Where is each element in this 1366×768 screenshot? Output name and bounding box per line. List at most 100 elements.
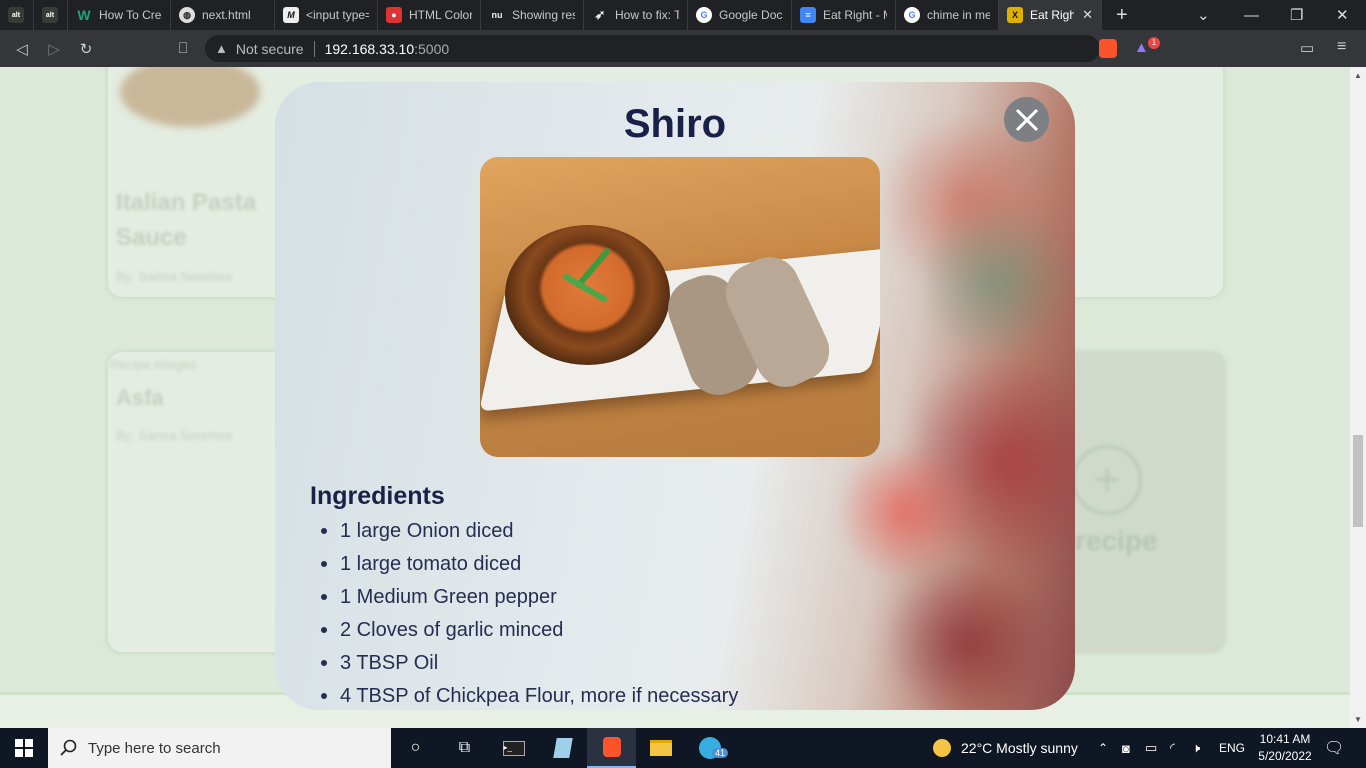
language-indicator[interactable]: ENG: [1219, 728, 1245, 768]
tab-chime[interactable]: Gchime in me: [896, 0, 999, 30]
docs-icon: ≡: [800, 7, 816, 23]
clock[interactable]: 10:41 AM 5/20/2022: [1250, 731, 1320, 765]
tab-next-html[interactable]: ◍ next.html: [171, 0, 275, 30]
menu-icon[interactable]: ≡: [1337, 38, 1346, 56]
m-icon: M: [283, 7, 299, 23]
divider: [313, 40, 315, 57]
tab-search-icon[interactable]: ⌄: [1197, 0, 1210, 30]
tab-alt-2[interactable]: alt: [34, 0, 68, 30]
restore-button[interactable]: ❐: [1290, 0, 1303, 30]
page-scrollbar[interactable]: ▲ ▼: [1350, 67, 1366, 728]
tab-google-docs[interactable]: G Google Docs: [688, 0, 792, 30]
sun-icon: [933, 739, 951, 757]
cortana-icon[interactable]: ○: [391, 728, 440, 768]
toolbar: ◁ ▷ ↻ ⎕ ▲ Not secure 192.168.33.10:5000 …: [0, 30, 1366, 67]
clock-date: 5/20/2022: [1258, 749, 1312, 763]
alt-icon: alt: [8, 7, 24, 23]
volume-muted-icon[interactable]: 🕨: [1192, 728, 1200, 768]
scroll-down-icon[interactable]: ▼: [1354, 715, 1362, 724]
new-tab-button[interactable]: +: [1116, 4, 1128, 27]
wallet-icon[interactable]: ▭: [1300, 39, 1314, 57]
tab-eat-right-doc[interactable]: ≡ Eat Right - M: [792, 0, 896, 30]
forward-icon[interactable]: ▷: [38, 40, 70, 58]
w-icon: W: [77, 7, 91, 23]
notepad-icon[interactable]: [538, 728, 587, 768]
ingredient-item: 1 large Onion diced: [320, 517, 738, 550]
decor-blob: [835, 442, 975, 582]
tab-how-to-fix[interactable]: ➶ How to fix: T: [584, 0, 688, 30]
scroll-thumb[interactable]: [1353, 435, 1363, 527]
nu-icon: nu: [491, 10, 503, 20]
ingredient-item: 1 large tomato diced: [320, 550, 738, 583]
close-window-button[interactable]: ✕: [1336, 0, 1349, 30]
recipe-photo: [480, 157, 880, 457]
wifi-icon[interactable]: ◜: [1170, 728, 1175, 768]
ingredient-item: 2 Cloves of garlic minced: [320, 616, 738, 649]
weather-text: 22°C Mostly sunny: [961, 740, 1078, 756]
google-icon: G: [904, 7, 920, 23]
tab-html-color[interactable]: ● HTML Color: [378, 0, 481, 30]
taskbar: Type here to search ○ ⧉ ▸_ 41 22°C Mostl…: [0, 728, 1366, 768]
meet-now-icon[interactable]: ◙: [1122, 728, 1130, 768]
ingredient-item: 1 Medium Green pepper: [320, 583, 738, 616]
telegram-badge: 41: [712, 748, 729, 758]
globe-icon: ◍: [179, 7, 195, 23]
bookmark-icon[interactable]: ⎕: [167, 40, 199, 57]
security-label[interactable]: Not secure: [236, 41, 304, 57]
alt-icon: alt: [42, 7, 58, 23]
ingredients-list: 1 large Onion diced 1 large tomato diced…: [320, 517, 738, 710]
clay-pot: [505, 225, 670, 365]
recipe-title-line2: Sauce: [116, 224, 187, 251]
x-icon: X: [1007, 7, 1023, 23]
clock-time: 10:41 AM: [1259, 732, 1311, 746]
recipe-author-asfa: By: Samra Seremes: [116, 428, 233, 443]
add-icon: +: [1072, 445, 1142, 515]
notifications-icon[interactable]: 🗨: [1324, 728, 1344, 768]
search-placeholder: Type here to search: [88, 739, 221, 757]
rocket-icon: ➶: [594, 7, 606, 22]
minimize-button[interactable]: —: [1244, 0, 1259, 30]
close-icon: [1015, 108, 1038, 131]
battery-icon[interactable]: ▭: [1145, 728, 1157, 768]
ingredient-item: 3 TBSP Oil: [320, 649, 738, 682]
rewards-badge: 1: [1148, 37, 1160, 49]
start-button[interactable]: [0, 728, 48, 768]
task-view-icon[interactable]: ⧉: [440, 728, 489, 768]
recipe-title: Italian Pasta: [116, 189, 257, 216]
google-icon: G: [696, 7, 712, 23]
tab-alt-1[interactable]: alt: [0, 0, 34, 30]
tab-showing-results[interactable]: nuShowing resu: [481, 0, 584, 30]
recipe-title-asfa: Asfa: [116, 385, 164, 410]
decor-blob: [875, 562, 1055, 710]
reload-icon[interactable]: ↻: [70, 40, 102, 58]
tab-how-to-create[interactable]: W How To Crea: [68, 0, 171, 30]
recipe-image-alt: Recipe Images: [110, 357, 197, 372]
recipe-title: Shiro: [623, 102, 727, 146]
scroll-up-icon[interactable]: ▲: [1354, 71, 1362, 80]
add-recipe-label: recipe: [1075, 525, 1158, 556]
terminal-icon[interactable]: ▸_: [489, 728, 538, 768]
red-square-icon: ●: [386, 7, 402, 23]
taskbar-search[interactable]: Type here to search: [48, 728, 391, 768]
close-tab-icon[interactable]: ✕: [1082, 7, 1093, 23]
close-modal-button[interactable]: [1004, 97, 1049, 142]
file-explorer-icon[interactable]: [636, 728, 685, 768]
search-icon: [60, 739, 77, 756]
back-icon[interactable]: ◁: [6, 40, 38, 58]
address-bar[interactable]: ▲ Not secure 192.168.33.10:5000: [205, 35, 1100, 62]
brave-shield-icon[interactable]: [1099, 39, 1117, 58]
tab-strip: alt alt W How To Crea ◍ next.html M <input …: [0, 0, 1366, 30]
telegram-icon[interactable]: 41: [685, 728, 734, 768]
brave-rewards-icon[interactable]: ▲: [1134, 39, 1149, 56]
show-hidden-icons[interactable]: ⌃: [1098, 728, 1108, 768]
brave-taskbar-icon[interactable]: [587, 728, 636, 768]
ingredients-heading: Ingredients: [310, 482, 445, 510]
windows-icon: [15, 739, 33, 757]
recipe-author: By: Samra Seremes: [116, 269, 233, 284]
ingredient-item: 4 TBSP of Chickpea Flour, more if necess…: [320, 682, 738, 710]
tab-eat-right-active[interactable]: X Eat Righ ✕: [999, 0, 1102, 30]
url-text[interactable]: 192.168.33.10:5000: [325, 41, 450, 57]
weather-widget[interactable]: 22°C Mostly sunny: [933, 728, 1078, 768]
warning-icon: ▲: [215, 41, 228, 56]
tab-input-type[interactable]: M <input type=: [275, 0, 378, 30]
